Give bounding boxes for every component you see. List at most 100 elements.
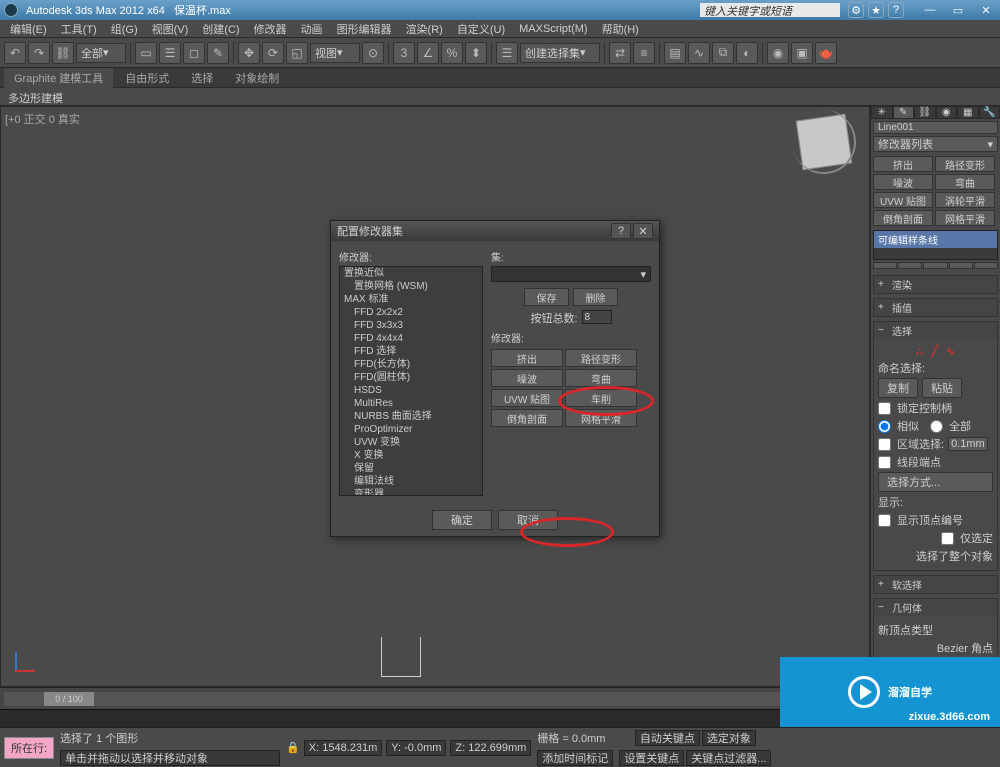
copy-button[interactable]: 复制 [878,378,918,398]
list-item[interactable]: FFD 4x4x4 [340,332,482,345]
segend-checkbox[interactable] [878,456,891,469]
tab-modify-icon[interactable]: ✎ [893,106,915,119]
list-item[interactable]: FFD 选择 [340,345,482,358]
star-icon[interactable]: ★ [868,2,884,18]
snap3-icon[interactable]: 3 [393,42,415,64]
curveeditor-icon[interactable]: ∿ [688,42,710,64]
menu-tools[interactable]: 工具(T) [55,19,103,39]
menu-help[interactable]: 帮助(H) [596,19,645,39]
rowlabel-button[interactable]: 所在行: [4,737,54,759]
setbtn-5[interactable]: 车削 [565,389,637,407]
autokey-button[interactable]: 自动关键点 [635,730,700,746]
selonly-checkbox[interactable] [941,532,954,545]
spinsnap-icon[interactable]: ⬍ [465,42,487,64]
coord-z[interactable]: Z: 122.699mm [450,740,531,756]
showvert-checkbox[interactable] [878,514,891,527]
all-radio[interactable] [930,420,943,433]
mod-turbosmooth[interactable]: 涡轮平滑 [935,192,995,208]
editnamed-icon[interactable]: ☰ [496,42,518,64]
pin-stack-icon[interactable] [873,262,897,269]
redo-icon[interactable]: ↷ [28,42,50,64]
tab-create-icon[interactable]: ✳ [871,106,893,119]
selectpaint-icon[interactable]: ✎ [207,42,229,64]
showend-icon[interactable] [898,262,922,269]
remove-icon[interactable] [949,262,973,269]
mirror-icon[interactable]: ⇄ [609,42,631,64]
menu-group[interactable]: 组(G) [105,19,144,39]
paste-button[interactable]: 粘贴 [922,378,962,398]
rollout-select[interactable]: 选择 [874,322,997,339]
setbtn-7[interactable]: 网格平滑 [565,409,637,427]
addtag-input[interactable]: 添加时间标记 [537,750,613,766]
rendersetup-icon[interactable]: ◉ [767,42,789,64]
menu-animation[interactable]: 动画 [295,19,329,39]
menu-views[interactable]: 视图(V) [146,19,195,39]
list-item[interactable]: FFD(圆柱体) [340,371,482,384]
rollout-interp[interactable]: 插值 [874,299,997,316]
selectname-icon[interactable]: ☰ [159,42,181,64]
minimize-button[interactable]: — [920,4,940,17]
unique-icon[interactable] [923,262,947,269]
ribbon-tab-graphite[interactable]: Graphite 建模工具 [4,68,113,88]
list-item[interactable]: FFD(长方体) [340,358,482,371]
list-item[interactable]: X 变换 [340,449,482,462]
tab-motion-icon[interactable]: ◉ [936,106,958,119]
tab-utilities-icon[interactable]: 🔧 [979,106,1000,119]
rollout-render[interactable]: 渲染 [874,276,997,293]
selectrect-icon[interactable]: ◻ [183,42,205,64]
mod-uvw[interactable]: UVW 贴图 [873,192,933,208]
menu-create[interactable]: 创建(C) [196,19,245,39]
mod-pathdeform[interactable]: 路径变形 [935,156,995,172]
viewcube[interactable] [796,114,852,170]
viewport-label[interactable]: [+0 正交 0 真实 [5,111,80,127]
list-item[interactable]: HSDS [340,384,482,397]
cancel-button[interactable]: 取消 [498,510,558,530]
help-icon[interactable]: ? [888,2,904,18]
tab-hierarchy-icon[interactable]: ⛓ [914,106,936,119]
areasel-checkbox[interactable] [878,438,891,451]
areaval-spinner[interactable]: 0.1mm [948,437,988,451]
setbtn-3[interactable]: 弯曲 [565,369,637,387]
list-item[interactable]: UVW 变换 [340,436,482,449]
menu-customize[interactable]: 自定义(U) [451,19,511,39]
list-item[interactable]: 保留 [340,462,482,475]
anglesnap-icon[interactable]: ∠ [417,42,439,64]
pctsnap-icon[interactable]: % [441,42,463,64]
setbtn-2[interactable]: 噪波 [491,369,563,387]
setbtn-0[interactable]: 挤出 [491,349,563,367]
menu-grapheditors[interactable]: 图形编辑器 [331,19,398,39]
schematic-icon[interactable]: ⧉ [712,42,734,64]
similar-radio[interactable] [878,420,891,433]
list-item[interactable]: ProOptimizer [340,423,482,436]
infocenter-icon[interactable]: ⚙ [848,2,864,18]
setkey-button[interactable]: 设置关键点 [619,750,684,766]
align-icon[interactable]: ≡ [633,42,655,64]
selway-button[interactable]: 选择方式... [878,472,993,492]
ok-button[interactable]: 确定 [432,510,492,530]
list-item[interactable]: MAX 标准 [340,293,482,306]
list-item[interactable]: MultiRes [340,397,482,410]
modifier-stack[interactable]: 可编辑样条线 [873,230,998,260]
filter-select[interactable]: 全部 ▾ [76,43,126,63]
modifiers-listbox[interactable]: 置换近似置换网格 (WSM)MAX 标准FFD 2x2x2FFD 3x3x3FF… [339,266,483,496]
sets-dropdown[interactable]: ▾ [491,266,651,282]
mod-noise[interactable]: 噪波 [873,174,933,190]
dialog-close-button[interactable]: ✕ [633,223,653,239]
list-item[interactable]: FFD 2x2x2 [340,306,482,319]
search-input[interactable]: 键入关键字或短语 [700,3,840,17]
rollout-softsel[interactable]: 软选择 [874,576,997,593]
material-icon[interactable]: ◐ [736,42,758,64]
menu-rendering[interactable]: 渲染(R) [400,19,449,39]
mod-extrude[interactable]: 挤出 [873,156,933,172]
config-icon[interactable] [974,262,998,269]
tab-display-icon[interactable]: ▦ [957,106,979,119]
lockhandle-checkbox[interactable] [878,402,891,415]
pivot-icon[interactable]: ⊙ [362,42,384,64]
list-item[interactable]: FFD 3x3x3 [340,319,482,332]
delete-button[interactable]: 删除 [573,288,618,306]
mod-bend[interactable]: 弯曲 [935,174,995,190]
setbtn-6[interactable]: 倒角剖面 [491,409,563,427]
undo-icon[interactable]: ↶ [4,42,26,64]
namedselset-select[interactable]: 创建选择集 ▾ [520,43,600,63]
dialog-help-button[interactable]: ? [611,223,631,239]
